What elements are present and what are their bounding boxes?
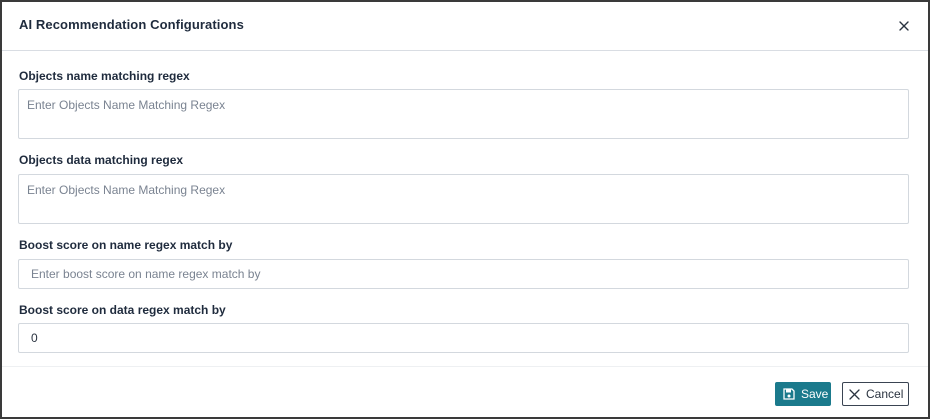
name-boost-input[interactable] — [18, 259, 909, 289]
save-label: Save — [801, 387, 829, 401]
cancel-label: Cancel — [866, 387, 904, 401]
cancel-button[interactable]: Cancel — [842, 382, 909, 406]
name-regex-label: Objects name matching regex — [19, 69, 190, 83]
close-button[interactable] — [894, 16, 914, 36]
close-icon — [899, 21, 909, 31]
dialog-title: AI Recommendation Configurations — [19, 17, 244, 32]
data-boost-input[interactable] — [18, 323, 909, 353]
dialog-header: AI Recommendation Configurations — [2, 2, 928, 51]
close-icon — [849, 388, 860, 400]
save-button[interactable]: Save — [775, 382, 831, 406]
ai-recommendation-dialog: AI Recommendation Configurations Objects… — [0, 0, 930, 419]
dialog-footer: Save Cancel — [2, 366, 928, 417]
name-boost-label: Boost score on name regex match by — [19, 238, 233, 252]
floppy-disk-icon — [783, 388, 795, 400]
data-boost-label: Boost score on data regex match by — [19, 303, 226, 317]
data-regex-label: Objects data matching regex — [19, 153, 184, 167]
data-regex-textarea[interactable] — [18, 174, 909, 224]
name-regex-textarea[interactable] — [18, 89, 909, 139]
